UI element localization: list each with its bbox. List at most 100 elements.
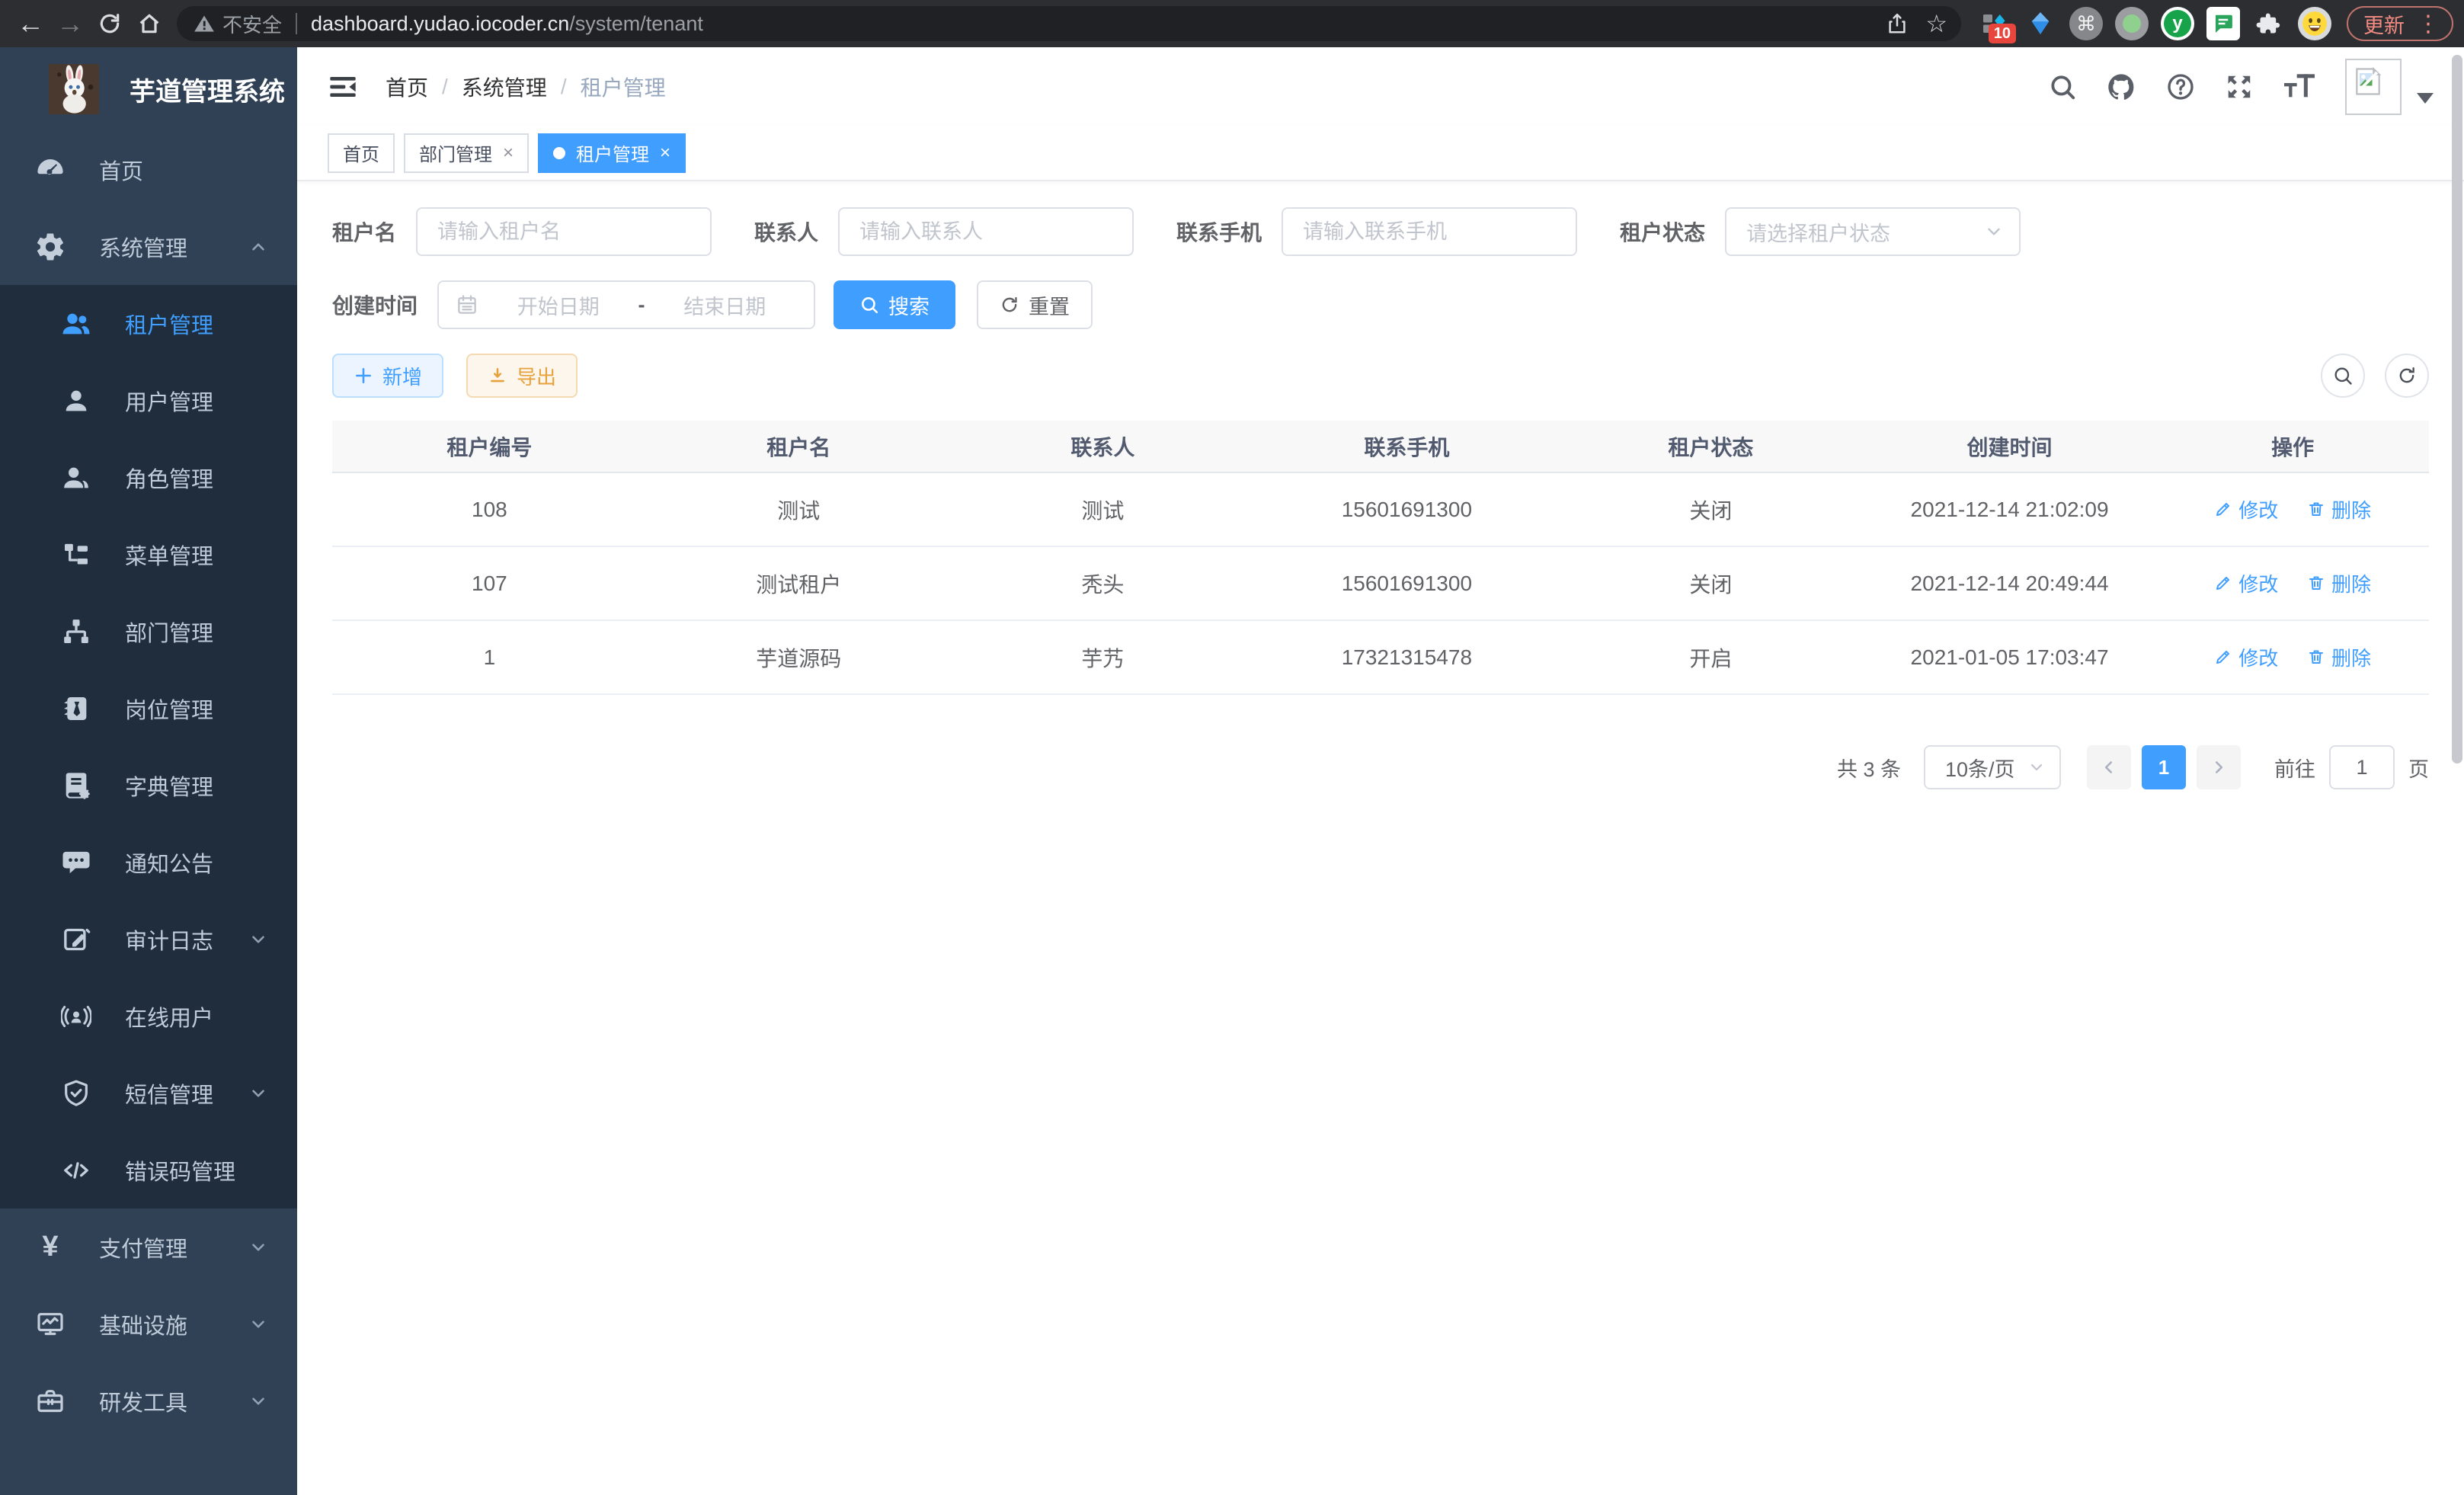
sidebar-item-error-code[interactable]: 错误码管理 (0, 1132, 297, 1208)
toggle-search-button[interactable] (2321, 354, 2365, 398)
sidebar-item-audit-log[interactable]: 审计日志 (0, 901, 297, 978)
sidebar-item-notice[interactable]: 通知公告 (0, 824, 297, 901)
sidebar-item-label: 基础设施 (99, 1308, 187, 1340)
extension-chat-icon[interactable] (2206, 7, 2240, 40)
reload-icon[interactable] (90, 4, 130, 43)
next-page-button[interactable] (2197, 745, 2241, 789)
edit-link[interactable]: 修改 (2214, 495, 2278, 523)
scrollbar-thumb[interactable] (2452, 55, 2462, 764)
sidebar-item-system[interactable]: 系统管理 (0, 208, 297, 285)
hamburger-icon[interactable] (328, 72, 358, 102)
bookmark-star-icon[interactable]: ☆ (1925, 9, 1947, 38)
col-contact: 联系人 (951, 421, 1255, 472)
breadcrumb-home[interactable]: 首页 (386, 72, 428, 102)
back-icon[interactable]: ← (11, 4, 50, 43)
forward-icon[interactable]: → (50, 4, 90, 43)
sidebar-item-sms[interactable]: 短信管理 (0, 1055, 297, 1132)
sidebar-item-dict[interactable]: 字典管理 (0, 747, 297, 824)
mobile-input[interactable] (1282, 207, 1577, 256)
tab-home[interactable]: 首页 (328, 133, 395, 173)
delete-link[interactable]: 删除 (2307, 495, 2371, 523)
delete-link[interactable]: 删除 (2307, 643, 2371, 671)
contact-input[interactable] (838, 207, 1134, 256)
close-icon[interactable]: × (660, 142, 670, 164)
sidebar-item-label: 岗位管理 (125, 693, 213, 725)
export-button[interactable]: 导出 (466, 354, 578, 398)
add-button[interactable]: 新增 (332, 354, 443, 398)
page-size-value: 10条/页 (1945, 753, 2015, 783)
close-icon[interactable]: × (503, 142, 514, 164)
tab-dept[interactable]: 部门管理 × (404, 133, 529, 173)
sidebar-item-dept[interactable]: 部门管理 (0, 593, 297, 670)
chevron-up-icon (248, 237, 268, 257)
search-button-label: 搜索 (888, 290, 930, 320)
address-bar[interactable]: 不安全 dashboard.yudao.iocoder.cn/system/te… (177, 6, 1961, 41)
extension-command-icon[interactable]: ⌘ (2069, 7, 2103, 40)
user-icon (58, 386, 94, 416)
breadcrumb-system[interactable]: 系统管理 (462, 72, 547, 102)
chevron-down-icon (248, 1391, 268, 1411)
chevron-down-icon (1984, 222, 2004, 242)
header-search-icon[interactable] (2048, 72, 2077, 101)
sidebar-item-role[interactable]: 角色管理 (0, 439, 297, 516)
share-icon[interactable] (1886, 12, 1909, 35)
url-divider (296, 13, 297, 34)
reset-button[interactable]: 重置 (977, 280, 1093, 329)
help-icon[interactable] (2165, 72, 2196, 102)
extension-y-icon[interactable]: y (2161, 7, 2194, 40)
extensions-puzzle-icon[interactable] (2252, 7, 2286, 40)
sidebar-item-pay[interactable]: ¥ 支付管理 (0, 1208, 297, 1285)
tab-tenant[interactable]: 租户管理 × (538, 133, 686, 173)
search-icon (2332, 365, 2354, 386)
end-date-input[interactable]: 结束日期 (653, 290, 798, 320)
delete-link[interactable]: 删除 (2307, 569, 2371, 597)
sidebar-item-label: 支付管理 (99, 1231, 187, 1263)
sidebar-logo[interactable]: 芋道管理系统 (0, 47, 297, 131)
github-icon[interactable] (2106, 72, 2136, 102)
sidebar-item-post[interactable]: 岗位管理 (0, 670, 297, 747)
trash-icon (2307, 500, 2325, 518)
profile-avatar-icon[interactable] (2298, 7, 2331, 40)
sidebar-item-home[interactable]: 首页 (0, 131, 297, 208)
goto-page-input[interactable] (2329, 745, 2395, 789)
edit-link[interactable]: 修改 (2214, 643, 2278, 671)
extension-wappalyzer-icon[interactable]: 10 (1978, 7, 2011, 40)
page-number-1[interactable]: 1 (2142, 745, 2186, 789)
edit-link[interactable]: 修改 (2214, 569, 2278, 597)
cell-created: 2021-12-14 20:49:44 (1863, 546, 2156, 620)
extension-recorder-icon[interactable] (2115, 7, 2149, 40)
user-avatar[interactable] (2345, 59, 2402, 115)
font-size-icon[interactable] (2283, 72, 2316, 102)
sidebar-item-online-user[interactable]: 在线用户 (0, 978, 297, 1055)
sidebar-item-dev-tools[interactable]: 研发工具 (0, 1362, 297, 1439)
search-button[interactable]: 搜索 (834, 280, 955, 329)
security-label[interactable]: 不安全 (222, 10, 282, 38)
tab-label: 租户管理 (576, 139, 649, 166)
extension-kite-icon[interactable] (2024, 7, 2057, 40)
chrome-update-button[interactable]: 更新 ⋮ (2347, 6, 2453, 41)
chevron-down-icon (248, 1237, 268, 1257)
sidebar-item-tenant[interactable]: 租户管理 (0, 285, 297, 362)
create-time-label: 创建时间 (332, 290, 418, 320)
tenant-name-input[interactable] (416, 207, 712, 256)
create-time-range-picker[interactable]: 开始日期 - 结束日期 (437, 280, 815, 329)
fullscreen-icon[interactable] (2225, 72, 2254, 101)
goto-label: 前往 (2274, 753, 2315, 783)
start-date-input[interactable]: 开始日期 (486, 290, 631, 320)
sidebar-item-infra[interactable]: 基础设施 (0, 1285, 297, 1362)
status-select[interactable]: 请选择租户状态 (1725, 207, 2021, 256)
refresh-icon (1000, 295, 1019, 315)
insecure-warning-icon (194, 13, 215, 34)
col-mobile: 联系手机 (1255, 421, 1559, 472)
users-icon (58, 463, 94, 493)
prev-page-button[interactable] (2087, 745, 2131, 789)
avatar-dropdown-caret-icon[interactable] (2417, 93, 2434, 104)
sidebar-item-menu[interactable]: 菜单管理 (0, 516, 297, 593)
chrome-menu-icon[interactable]: ⋮ (2417, 11, 2440, 37)
refresh-table-button[interactable] (2385, 354, 2429, 398)
sidebar-item-user[interactable]: 用户管理 (0, 362, 297, 439)
app-title: 芋道管理系统 (130, 71, 285, 108)
home-icon[interactable] (130, 4, 169, 43)
extensions-area: 10 ⌘ y (1978, 7, 2331, 40)
page-size-select[interactable]: 10条/页 (1924, 745, 2061, 789)
